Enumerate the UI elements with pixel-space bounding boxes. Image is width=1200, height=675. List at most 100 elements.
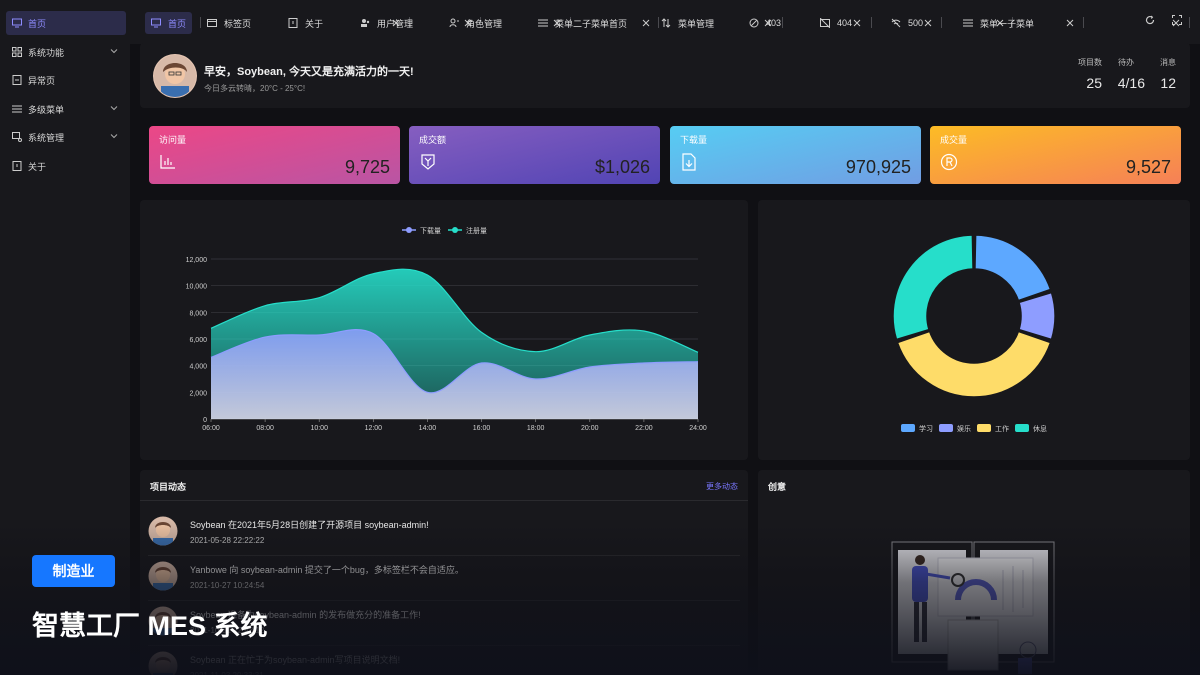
kpi-card-visits: 访问量 9,725 [149,126,400,184]
tab-submenu-two-home[interactable]: 菜单二子菜单首页 [538,12,627,34]
tab-separator [1083,17,1084,28]
tab-label: 菜单二子菜单首页 [555,18,628,29]
bar-chart-icon [160,155,175,169]
x-tick-label: 14:00 [419,425,437,432]
kpi-value: 970,925 [845,157,911,177]
activity-title: 项目动态 [150,482,187,492]
y-tick-label: 2,000 [189,390,207,397]
avatar [148,561,178,591]
tab-403[interactable]: 403 [749,12,781,34]
wifi-off-icon [891,18,901,28]
menu-lines-icon [538,18,548,28]
stat-value-todo: 4/16 [1117,75,1145,91]
tab-menu-management[interactable]: 菜单管理 [661,12,714,34]
greeting-title: 早安，Soybean, 今天又是充满活力的一天! [204,66,414,78]
sidebar-item-about[interactable]: 关于 [6,154,126,178]
stat-label-todo: 待办 [1118,58,1134,67]
legend-marker [452,227,458,233]
registered-icon [940,153,958,171]
tab-label: 菜单管理 [678,18,715,29]
creative-title: 创意 [768,482,787,492]
legend-label: 下载量 [420,226,441,235]
sidebar-item-home[interactable]: 首页 [6,11,126,35]
activity-item: Soybean 正在忙于为soybean-admin写项目说明文档! 2021-1… [148,651,740,675]
tab-role-management[interactable]: 角色管理 [449,12,502,34]
activity-text: Soybean 在2021年5月28日创建了开源项目 soybean-admin… [190,520,429,530]
close-icon[interactable] [924,19,932,27]
tab-separator [941,17,942,28]
tab-label: 首页 [168,18,187,29]
kpi-label: 下载量 [680,135,708,145]
activity-item: Soybean 在2021年5月28日创建了开源项目 soybean-admin… [148,516,740,561]
divider [140,500,748,501]
divider [148,600,740,601]
sidebar-item-label: 异常页 [28,75,56,86]
sidebar-item-multi-menu[interactable]: 多级菜单 [6,97,126,121]
info-icon [288,18,298,28]
x-tick-label: 20:00 [581,425,599,432]
x-tick-label: 06:00 [202,425,220,432]
kpi-card-downloads: 下载量 970,925 [670,126,921,184]
more-activity-link[interactable]: 更多动态 [706,481,738,492]
y-tick-label: 0 [203,417,207,424]
stat-value-messages: 12 [1160,75,1176,91]
settings-screen-icon [12,132,22,142]
tab-home[interactable]: 首页 [145,12,193,34]
pie-chart: 学习 娱乐 工作 休息 [892,234,1056,433]
sidebar-item-system-management[interactable]: 系统管理 [6,125,126,149]
sidebar-item-exception[interactable]: 异常页 [6,68,126,92]
menu-lines-icon [963,18,973,28]
tab-label: 关于 [305,18,324,29]
legend-marker [1015,424,1029,432]
tab-404[interactable]: 404 [820,12,852,34]
legend-marker [901,424,915,432]
y-tick-label: 6,000 [189,337,207,344]
sidebar-item-label: 首页 [28,18,47,29]
tab-user-management[interactable]: 用户管理 [360,12,413,34]
kpi-value: 9,725 [344,157,390,177]
refresh-icon[interactable] [1145,15,1155,25]
menu-lines-icon [12,104,22,114]
sidebar-item-label: 系统管理 [28,132,65,143]
tab-about[interactable]: 关于 [288,12,323,34]
tab-separator [1189,17,1190,28]
sidebar-item-system-functions[interactable]: 系统功能 [6,40,126,64]
x-tick-label: 24:00 [689,425,707,432]
divider [148,555,740,556]
activity-date: 2021-10-27 10:24:54 [190,581,265,590]
close-icon[interactable] [853,19,861,27]
sidebar-item-label: 关于 [28,161,47,172]
activity-date: 2021-05-28 22:22:22 [190,536,265,545]
close-icon[interactable] [642,19,650,27]
file-download-icon [682,153,696,171]
tab-separator [782,17,783,28]
overlay-title: 智慧工厂 MES 系统 [32,611,268,641]
activity-text: Yanbowe 向 soybean-admin 提交了一个bug，多标签栏不会自… [190,565,464,575]
kpi-card-turnover: 成交额 $1,026 [409,126,660,184]
tab-label: 标签页 [224,18,252,29]
y-tick-label: 4,000 [189,364,207,371]
pie-slice [974,234,1052,302]
legend-label: 工作 [995,424,1009,433]
tab-submenu-one[interactable]: 菜单一子菜单 [963,12,1034,34]
monitor-icon [151,18,161,28]
tab-500[interactable]: 500 [891,12,923,34]
fullscreen-icon[interactable] [1172,15,1182,25]
activity-text: Soybean 正在忙于为soybean-admin写项目说明文档! [190,655,401,665]
kpi-label: 成交额 [419,135,447,145]
avatar [148,516,178,546]
tab-tabs-page[interactable]: 标签页 [207,12,251,34]
legend-marker [406,227,412,233]
stat-label-messages: 消息 [1160,58,1176,67]
legend-label: 学习 [919,424,933,433]
x-tick-label: 10:00 [310,425,328,432]
yen-shield-icon [421,154,435,170]
sidebar-item-label: 多级菜单 [28,104,65,115]
info-icon [12,161,22,171]
creative-card: 创意 [758,470,1190,675]
image-off-icon [820,18,830,28]
avatar [148,651,178,675]
monitor-icon [12,18,22,28]
kpi-label: 访问量 [159,135,187,145]
close-icon[interactable] [1066,19,1074,27]
